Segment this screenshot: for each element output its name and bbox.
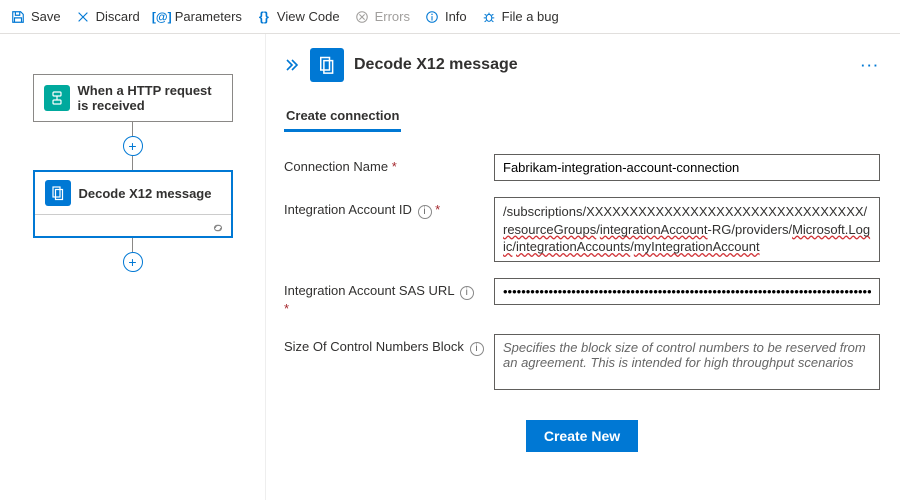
connection-form: Connection Name * Integration Account ID…	[284, 154, 880, 452]
input-connection-name[interactable]	[494, 154, 880, 181]
info-icon-integration-id[interactable]: i	[418, 205, 432, 219]
label-connection-name: Connection Name *	[284, 154, 484, 176]
collapse-panel-button[interactable]	[284, 58, 300, 72]
action-title: Decode X12 message	[79, 186, 212, 201]
info-icon	[424, 9, 440, 25]
viewcode-label: View Code	[277, 9, 340, 24]
discard-label: Discard	[96, 9, 140, 24]
errors-button: Errors	[354, 9, 410, 25]
save-button[interactable]: Save	[10, 9, 61, 25]
add-step-button-1[interactable]: +	[123, 136, 143, 156]
panel-title: Decode X12 message	[354, 56, 851, 74]
info-button[interactable]: Info	[424, 9, 467, 25]
discard-icon	[75, 9, 91, 25]
parameters-label: Parameters	[175, 9, 242, 24]
x12-icon	[45, 180, 71, 206]
connection-indicator-icon	[211, 222, 225, 234]
designer-canvas[interactable]: When a HTTP request is received + Decode…	[0, 34, 265, 500]
label-sas-url: Integration Account SAS URL i *	[284, 278, 484, 318]
input-sas-url[interactable]	[494, 278, 880, 305]
info-icon-sas-url[interactable]: i	[460, 286, 474, 300]
tab-create-connection[interactable]: Create connection	[284, 102, 401, 132]
save-icon	[10, 9, 26, 25]
trigger-title: When a HTTP request is received	[78, 83, 222, 113]
label-integration-account-id: Integration Account ID i *	[284, 197, 484, 219]
toolbar: Save Discard [@] Parameters {} View Code…	[0, 0, 900, 34]
connector-1: +	[25, 122, 240, 170]
panel-more-button[interactable]: ···	[861, 58, 880, 73]
parameters-button[interactable]: [@] Parameters	[154, 9, 242, 25]
bug-icon	[481, 9, 497, 25]
panel-x12-icon	[310, 48, 344, 82]
input-integration-account-id[interactable]: /subscriptions/XXXXXXXXXXXXXXXXXXXXXXXXX…	[494, 197, 880, 262]
action-card[interactable]: Decode X12 message	[33, 170, 233, 238]
errors-icon	[354, 9, 370, 25]
filebug-label: File a bug	[502, 9, 559, 24]
parameters-icon: [@]	[154, 9, 170, 25]
save-label: Save	[31, 9, 61, 24]
code-icon: {}	[256, 9, 272, 25]
http-trigger-icon	[44, 85, 70, 111]
info-label: Info	[445, 9, 467, 24]
connector-2: +	[25, 238, 240, 272]
discard-button[interactable]: Discard	[75, 9, 140, 25]
panel-tabs: Create connection	[284, 96, 880, 132]
viewcode-button[interactable]: {} View Code	[256, 9, 340, 25]
input-block-size[interactable]: Specifies the block size of control numb…	[494, 334, 880, 390]
add-step-button-2[interactable]: +	[123, 252, 143, 272]
errors-label: Errors	[375, 9, 410, 24]
create-new-button[interactable]: Create New	[526, 420, 638, 452]
info-icon-block-size[interactable]: i	[470, 342, 484, 356]
trigger-card[interactable]: When a HTTP request is received	[33, 74, 233, 122]
label-block-size: Size Of Control Numbers Block i	[284, 334, 484, 356]
details-panel: Decode X12 message ··· Create connection…	[265, 34, 900, 500]
filebug-button[interactable]: File a bug	[481, 9, 559, 25]
